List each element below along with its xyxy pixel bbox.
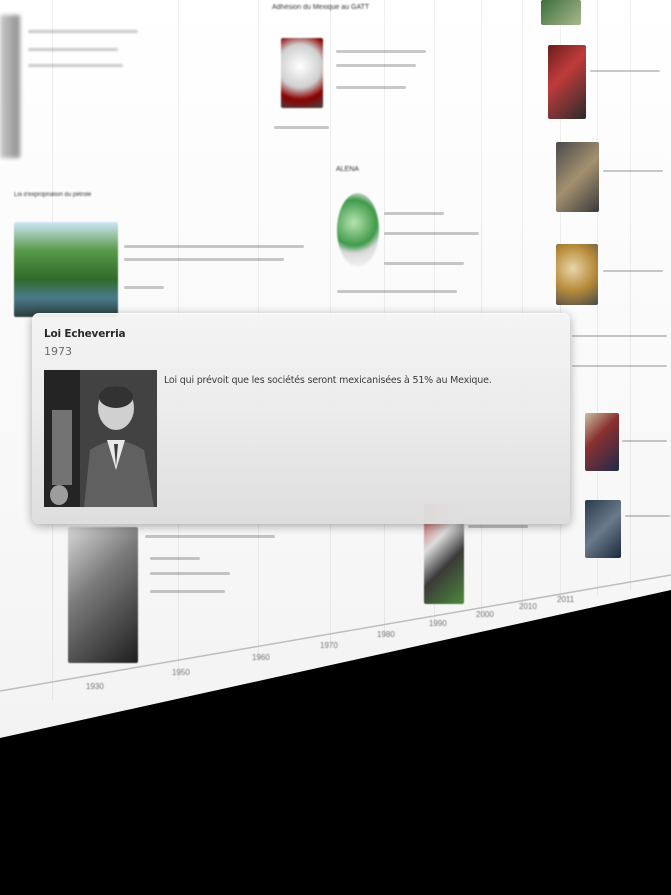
popup-year: 1973 (44, 345, 72, 358)
portrait-icon (44, 370, 157, 507)
tick-label: 1990 (429, 619, 447, 628)
portrait-photo[interactable] (44, 370, 157, 507)
tick-label: 2011 (557, 595, 575, 604)
timeline-view: Adhésion du Mexique au GATT ALENA Loi d'… (0, 0, 671, 895)
tick-label: 1930 (86, 682, 104, 691)
event-popup[interactable]: Loi Echeverria 1973 Loi qui prévoit que … (32, 313, 570, 524)
tick-label: 2000 (476, 610, 494, 619)
tick-label: 1980 (377, 630, 395, 639)
tick-label: 1950 (172, 668, 190, 677)
popup-title: Loi Echeverria (44, 328, 126, 340)
tick-label: 2010 (519, 602, 537, 611)
popup-description: Loi qui prévoit que les sociétés seront … (164, 375, 492, 386)
axis-line (0, 574, 671, 692)
tick-label: 1970 (320, 641, 338, 650)
tick-label: 1960 (252, 653, 270, 662)
